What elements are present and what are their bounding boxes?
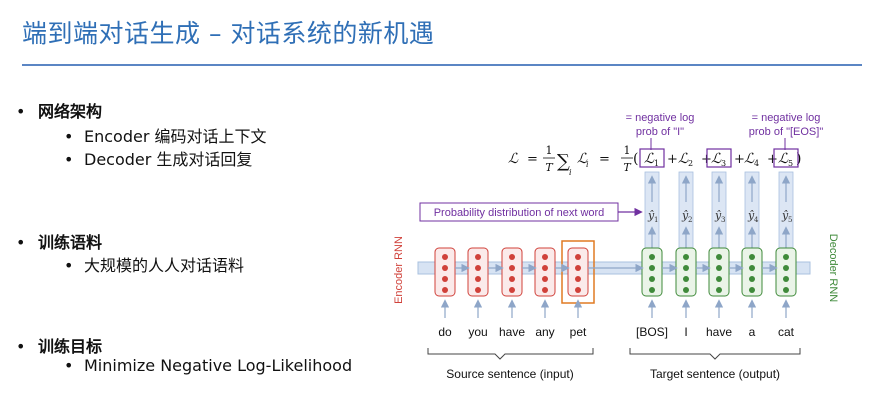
encoder-unit xyxy=(509,265,515,271)
decoder-unit xyxy=(716,276,722,282)
annotation-left-line2: prob of "I" xyxy=(636,126,684,138)
encoder-unit xyxy=(475,254,481,260)
formula-equals-2: = xyxy=(599,152,610,167)
source-word: do xyxy=(438,325,452,339)
target-word: [BOS] xyxy=(636,325,668,339)
decoder-unit xyxy=(716,254,722,260)
encoder-unit xyxy=(542,276,548,282)
encoder-unit xyxy=(475,265,481,271)
target-brace xyxy=(629,348,801,360)
decoder-unit xyxy=(749,276,755,282)
decoder-unit xyxy=(783,254,789,260)
encoder-unit xyxy=(542,265,548,271)
decoder-unit xyxy=(749,254,755,260)
annotation-right-line1: = negative log xyxy=(752,112,821,124)
encoder-unit xyxy=(542,254,548,260)
yhat-sub: 4 xyxy=(754,216,759,224)
loss-term-sub: 5 xyxy=(788,159,793,168)
encoder-unit xyxy=(575,265,581,271)
annotation-left-line1: = negative log xyxy=(626,112,695,124)
prob-label: Probability distribution of next word xyxy=(434,207,605,219)
loss-term-sub: 4 xyxy=(754,159,759,168)
yhat-sub: 3 xyxy=(721,216,725,224)
decoder-unit xyxy=(649,276,655,282)
decoder-unit xyxy=(683,254,689,260)
formula-paren-close: ) xyxy=(796,151,801,167)
target-word: cat xyxy=(778,325,795,339)
encoder-unit xyxy=(442,265,448,271)
loss-term-sub: 3 xyxy=(721,159,726,168)
encoder-unit xyxy=(442,287,448,293)
loss-term-sub: 1 xyxy=(654,159,659,168)
decoder-unit xyxy=(683,287,689,293)
formula-sum-sub: i xyxy=(569,168,572,177)
source-word: any xyxy=(535,325,554,339)
decoder-unit xyxy=(749,265,755,271)
decoder-unit xyxy=(749,287,755,293)
decoder-unit xyxy=(783,265,789,271)
encoder-unit xyxy=(575,276,581,282)
yhat-sub: 5 xyxy=(788,216,792,224)
decoder-unit xyxy=(649,254,655,260)
formula-frac1-den: T xyxy=(545,161,554,174)
encoder-unit xyxy=(509,254,515,260)
source-word: pet xyxy=(570,325,587,339)
target-word: I xyxy=(684,325,687,339)
seq2seq-diagram: = negative log prob of "I" = negative lo… xyxy=(393,112,839,381)
yhat-sub: 2 xyxy=(688,216,692,224)
decoder-rnn-label: Decoder RNN xyxy=(827,234,839,303)
target-word: have xyxy=(706,325,732,339)
decoder-unit xyxy=(683,276,689,282)
decoder-unit xyxy=(783,287,789,293)
formula-frac1-num: 1 xyxy=(546,144,553,157)
source-word: you xyxy=(468,325,487,339)
yhat-sub: 1 xyxy=(654,216,658,224)
loss-plus: + xyxy=(667,152,678,167)
encoder-unit xyxy=(475,287,481,293)
decoder-unit xyxy=(683,265,689,271)
loss-term-sub: 2 xyxy=(688,159,693,168)
encoder-unit xyxy=(509,287,515,293)
encoder-unit xyxy=(442,276,448,282)
target-caption: Target sentence (output) xyxy=(650,367,780,381)
encoder-unit xyxy=(542,287,548,293)
decoder-unit xyxy=(649,287,655,293)
formula-equals: = xyxy=(527,152,538,167)
annotation-right-line2: prob of "[EOS]" xyxy=(749,126,824,138)
decoder-unit xyxy=(649,265,655,271)
encoder-unit xyxy=(475,276,481,282)
encoder-unit xyxy=(509,276,515,282)
encoder-unit xyxy=(575,287,581,293)
formula-paren-open: ( xyxy=(633,151,638,167)
formula-frac2-num: 1 xyxy=(624,144,631,157)
decoder-unit xyxy=(716,287,722,293)
source-word: have xyxy=(499,325,525,339)
encoder-rnn-label: Encoder RNN xyxy=(393,236,405,304)
decoder-unit xyxy=(783,276,789,282)
encoder-unit xyxy=(442,254,448,260)
formula-lhs: ℒ xyxy=(508,151,519,167)
encoder-unit xyxy=(575,254,581,260)
source-brace xyxy=(427,348,594,360)
decoder-unit xyxy=(716,265,722,271)
target-word: a xyxy=(749,325,756,339)
formula-term-sub: i xyxy=(586,160,589,169)
formula-frac2-den: T xyxy=(623,161,632,174)
source-caption: Source sentence (input) xyxy=(446,367,573,381)
loss-plus: + xyxy=(767,152,778,167)
